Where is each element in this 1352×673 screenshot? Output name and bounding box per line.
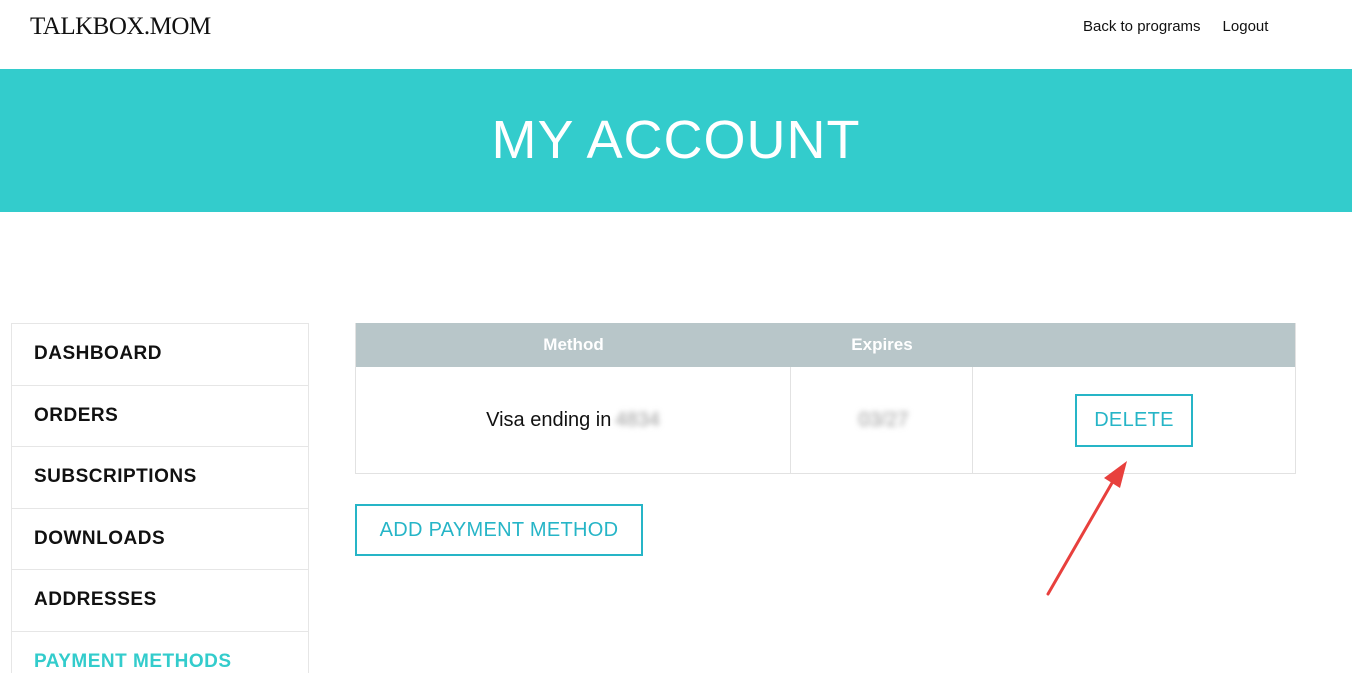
top-header: TALKBOX.MOM Back to programs Logout [0,0,1352,69]
expiry-redacted: 03/27 [858,408,909,431]
sidebar-item-orders[interactable]: ORDERS [12,386,308,447]
column-header-expires: Expires [851,335,913,354]
delete-button[interactable]: DELETE [1075,393,1193,447]
account-sidebar: DASHBOARD ORDERS SUBSCRIPTIONS DOWNLOADS… [11,323,309,673]
method-cell: Visa ending in 4834 [356,367,791,473]
hero-banner: MY ACCOUNT [0,69,1352,212]
sidebar-item-downloads[interactable]: DOWNLOADS [12,509,308,570]
sidebar-item-subscriptions[interactable]: SUBSCRIPTIONS [12,447,308,509]
page-title: MY ACCOUNT [491,110,861,170]
sidebar-item-addresses[interactable]: ADDRESSES [12,570,308,632]
top-nav: Back to programs Logout [1083,18,1268,35]
card-last4-redacted: 4834 [615,408,660,431]
site-logo[interactable]: TALKBOX.MOM [30,13,211,41]
table-header: Method Expires [356,323,1295,367]
sidebar-item-dashboard[interactable]: DASHBOARD [12,324,308,386]
actions-cell: DELETE [973,367,1295,473]
table-row: Visa ending in 4834 03/27 DELETE [356,367,1295,473]
add-payment-method-button[interactable]: ADD PAYMENT METHOD [355,504,643,556]
back-to-programs-link[interactable]: Back to programs [1083,18,1201,35]
expires-cell: 03/27 [791,367,973,473]
logout-link[interactable]: Logout [1223,18,1269,35]
sidebar-item-payment-methods[interactable]: PAYMENT METHODS [12,632,308,673]
column-header-actions [973,323,1295,367]
method-label: Visa ending in [486,408,612,431]
payment-methods-table: Method Expires Visa ending in 4834 03/27… [355,323,1296,474]
column-header-method: Method [543,335,604,354]
